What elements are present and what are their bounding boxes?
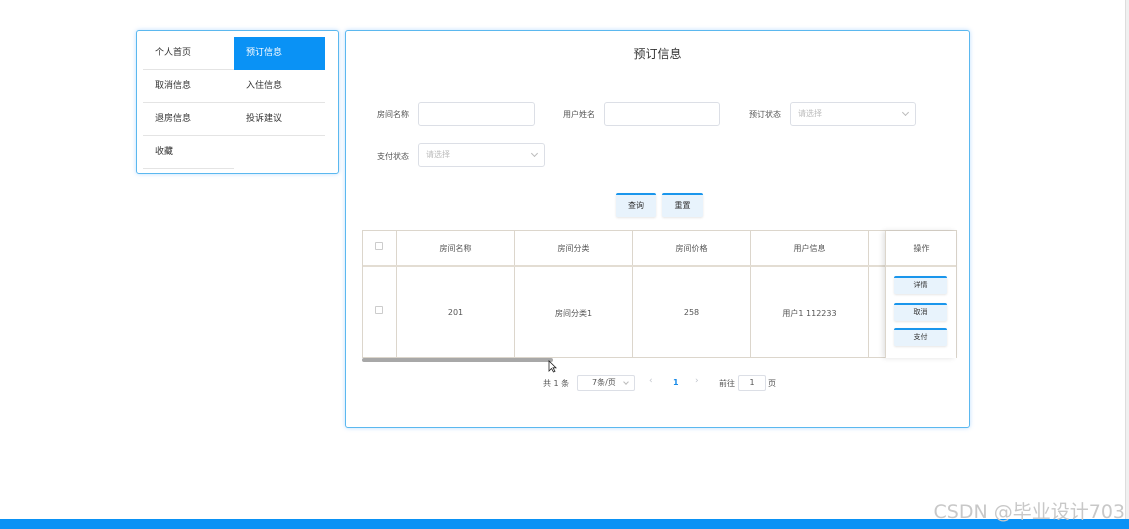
chevron-down-icon [623, 379, 629, 385]
chevron-down-icon [901, 108, 910, 117]
page-size-value: 7条/页 [592, 378, 616, 387]
cell-category: 房间分类1 [554, 309, 593, 318]
side-menu: 个人首页 预订信息 取消信息 入住信息 退房信息 投诉建议 收藏 [136, 30, 339, 174]
booking-status-label: 预订状态 [749, 110, 781, 119]
payment-status-select[interactable]: 请选择 [418, 143, 545, 167]
user-name-label: 用户姓名 [563, 110, 595, 119]
operations-column: 操作 详情 取消 支付 [885, 231, 956, 358]
page: 个人首页 预订信息 取消信息 入住信息 退房信息 投诉建议 收藏 预订信息 房间… [0, 0, 1129, 529]
prev-page-icon[interactable]: ‹ [649, 376, 653, 386]
column-header-category[interactable]: 房间分类 [515, 243, 632, 254]
user-name-input[interactable] [604, 102, 720, 126]
menu-item-favorites[interactable]: 收藏 [143, 136, 234, 169]
cell-user-info: 用户1 112233 [782, 309, 837, 318]
reset-button[interactable]: 重置 [662, 193, 703, 217]
booking-panel: 预订信息 房间名称 用户姓名 预订状态 请选择 支付状态 请选择 查询 重置 房… [345, 30, 970, 428]
payment-status-label: 支付状态 [377, 152, 409, 161]
select-all-checkbox[interactable] [375, 242, 383, 250]
menu-item-complaints[interactable]: 投诉建议 [234, 103, 325, 136]
column-header-user-info[interactable]: 用户信息 [751, 243, 868, 254]
row-checkbox[interactable] [375, 306, 383, 314]
table-horizontal-scrollbar[interactable] [362, 358, 553, 362]
page-size-select[interactable]: 7条/页 [577, 375, 635, 391]
detail-button[interactable]: 详情 [894, 276, 947, 294]
goto-label: 前往 [719, 379, 735, 388]
cell-price: 258 [683, 308, 700, 317]
watermark: CSDN @毕业设计703 [933, 501, 1125, 523]
page-title: 预订信息 [633, 47, 682, 61]
menu-item-bookings[interactable]: 预订信息 [234, 37, 325, 70]
pagination-total: 共 1 条 [543, 379, 570, 388]
menu-item-cancellations[interactable]: 取消信息 [143, 70, 234, 103]
query-button[interactable]: 查询 [616, 193, 656, 217]
page-unit-label: 页 [768, 379, 776, 388]
column-header-actions: 操作 [913, 244, 930, 253]
booking-status-placeholder: 请选择 [798, 109, 822, 118]
page-vertical-scrollbar[interactable] [1125, 0, 1129, 519]
cancel-button[interactable]: 取消 [894, 303, 947, 321]
menu-empty-cell [234, 136, 325, 169]
pay-button[interactable]: 支付 [894, 328, 947, 346]
menu-item-home[interactable]: 个人首页 [143, 37, 234, 70]
column-header-room-name[interactable]: 房间名称 [397, 243, 514, 254]
column-header-price[interactable]: 房间价格 [633, 243, 750, 254]
room-name-label: 房间名称 [377, 110, 409, 119]
current-page[interactable]: 1 [673, 378, 679, 387]
goto-page-input[interactable]: 1 [738, 375, 766, 391]
cell-room-name: 201 [447, 308, 464, 317]
next-page-icon[interactable]: › [695, 376, 699, 386]
chevron-down-icon [530, 149, 539, 158]
menu-item-checkouts[interactable]: 退房信息 [143, 103, 234, 136]
menu-item-checkins[interactable]: 入住信息 [234, 70, 325, 103]
booking-status-select[interactable]: 请选择 [790, 102, 916, 126]
payment-status-placeholder: 请选择 [426, 150, 450, 159]
room-name-input[interactable] [418, 102, 535, 126]
bookings-table: 房间名称 房间分类 房间价格 用户信息 201 房间分类1 258 用户1 11… [362, 230, 957, 358]
mouse-cursor-icon [548, 360, 557, 373]
